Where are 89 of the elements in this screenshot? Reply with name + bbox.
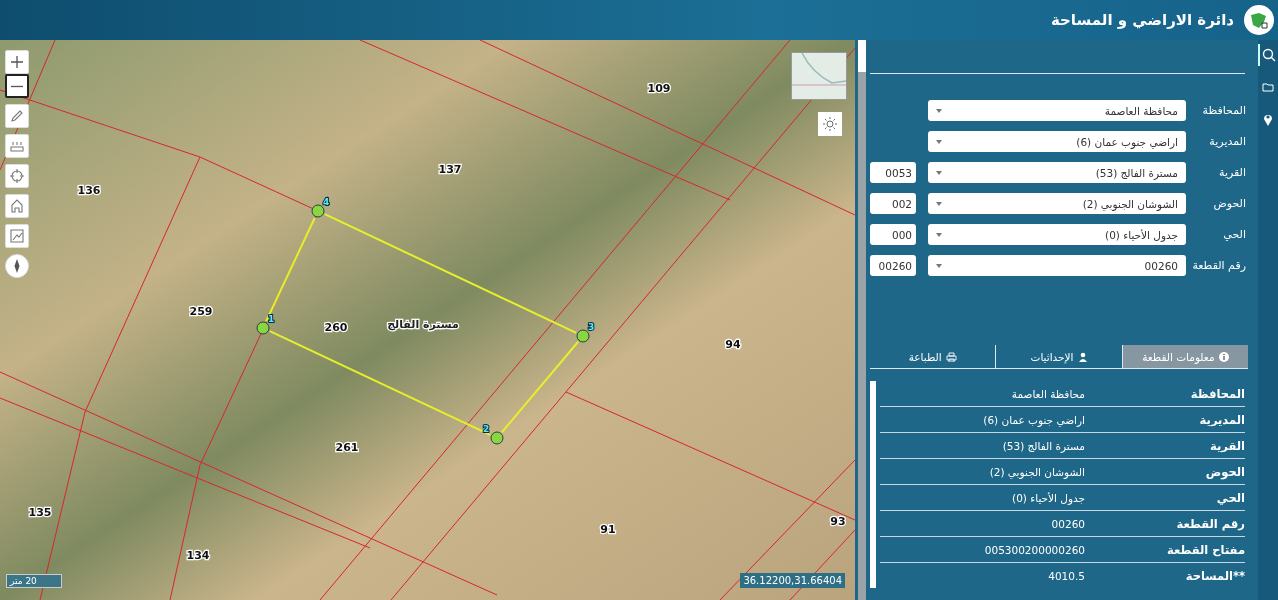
parcel-number: 260 — [324, 321, 348, 334]
parcel-number: 93 — [830, 515, 846, 528]
vertex-number: 3 — [588, 322, 595, 332]
parcel-edge[interactable] — [500, 340, 580, 434]
tab[interactable]: الإحداثيات — [995, 345, 1122, 368]
info-value: محافظة العاصمة — [1010, 387, 1085, 400]
code-field[interactable]: 000 — [870, 224, 916, 245]
parcel-edge[interactable] — [265, 216, 316, 323]
code-field[interactable]: 002 — [870, 193, 916, 214]
info-value: الشوشان الجنوبي (2) — [988, 465, 1085, 478]
coordinates-readout: 36.12200,31.66404 — [740, 573, 845, 588]
parcel-number: 137 — [438, 163, 462, 176]
scrollbar[interactable] — [870, 381, 876, 588]
crosshair-button[interactable] — [5, 164, 29, 188]
print-icon — [945, 351, 957, 362]
sun-icon — [823, 117, 837, 131]
vertex-number: 4 — [323, 197, 330, 207]
pencil-button[interactable] — [5, 104, 29, 128]
parcel-number: 91 — [600, 523, 616, 536]
tab[interactable]: الطباعة — [870, 345, 996, 368]
caret-icon — [936, 232, 942, 237]
search-icon[interactable] — [1258, 44, 1278, 66]
info-value: 00260 — [1050, 517, 1085, 530]
parcel-number: 259 — [189, 305, 213, 318]
parcel-number: 135 — [28, 506, 52, 519]
dropdown[interactable]: اراضي جنوب عمان (6) — [928, 131, 1186, 152]
field-label: القرية — [1218, 165, 1247, 180]
dropdown[interactable]: 00260 — [928, 255, 1186, 276]
info-value: 4010.5 — [1047, 569, 1085, 582]
zoom-out-button[interactable] — [5, 74, 29, 98]
scrollbar[interactable] — [858, 40, 866, 600]
caret-icon — [936, 201, 942, 206]
place-name-label: مسترة الفالج — [387, 318, 459, 331]
caret-icon — [936, 108, 942, 113]
basemap-thumbnail[interactable] — [791, 52, 847, 100]
info-label: رقم القطعة — [1175, 516, 1245, 531]
parcel-edge[interactable] — [268, 330, 492, 436]
chart-button[interactable] — [5, 224, 29, 248]
code-field[interactable]: 00260 — [870, 255, 916, 276]
info-label: المديرية — [1198, 412, 1245, 427]
field-label: المديرية — [1208, 134, 1247, 149]
caret-icon — [936, 263, 942, 268]
home-button[interactable] — [5, 194, 29, 218]
info-value: اراضي جنوب عمان (6) — [982, 413, 1085, 426]
zoom-in-button[interactable] — [5, 50, 29, 74]
person-icon — [1077, 351, 1088, 362]
parcel-number: 261 — [335, 441, 359, 454]
field-label: الحي — [1222, 227, 1247, 242]
parcel-number: 94 — [725, 338, 741, 351]
info-label: الحي — [1215, 490, 1245, 505]
parcel-edge[interactable] — [323, 213, 578, 334]
info-label: المحافظة — [1189, 386, 1245, 401]
parcel-number: 136 — [77, 184, 101, 197]
parcel-number: 134 — [186, 549, 210, 562]
info-label: مفتاح القطعة — [1166, 542, 1245, 557]
zoom-out-icon — [8, 84, 26, 88]
scale-bar: 20 متر — [6, 574, 62, 588]
dropdown[interactable]: جدول الأحياء (0) — [928, 224, 1186, 245]
field-label: رقم القطعة — [1191, 258, 1247, 273]
info-icon — [1218, 351, 1229, 362]
info-label: **المساحة — [1184, 568, 1245, 583]
crosshair-icon — [8, 167, 26, 185]
brightness-button[interactable] — [818, 112, 842, 136]
info-label: القرية — [1209, 438, 1245, 453]
info-value: 005300200000260 — [983, 543, 1085, 556]
caret-icon — [936, 139, 942, 144]
vertex-marker[interactable] — [256, 321, 270, 335]
dropdown[interactable]: محافظة العاصمة — [928, 100, 1186, 121]
vertex-number: 1 — [268, 314, 275, 324]
field-label: المحافظة — [1201, 103, 1247, 118]
vertex-marker[interactable] — [490, 431, 504, 445]
vertex-number: 2 — [483, 424, 490, 434]
caret-icon — [936, 170, 942, 175]
info-label: الحوض — [1204, 464, 1245, 479]
measure-button[interactable] — [5, 134, 29, 158]
field-label: الحوض — [1212, 196, 1247, 211]
vertex-marker[interactable] — [576, 329, 590, 343]
parcel-number: 109 — [647, 82, 671, 95]
dropdown[interactable]: مسترة الفالج (53) — [928, 162, 1186, 183]
chart-icon — [8, 227, 26, 245]
home-icon — [8, 197, 26, 215]
app-title: دائرة الاراضي و المساحة — [1050, 11, 1234, 29]
info-value: جدول الأحياء (0) — [1011, 491, 1085, 504]
dropdown[interactable]: الشوشان الجنوبي (2) — [928, 193, 1186, 214]
zoom-in-icon — [8, 53, 26, 71]
vertex-marker[interactable] — [311, 204, 325, 218]
info-value: مسترة الفالج (53) — [1001, 439, 1085, 452]
code-field[interactable]: 0053 — [870, 162, 916, 183]
logo-icon — [1244, 5, 1274, 35]
